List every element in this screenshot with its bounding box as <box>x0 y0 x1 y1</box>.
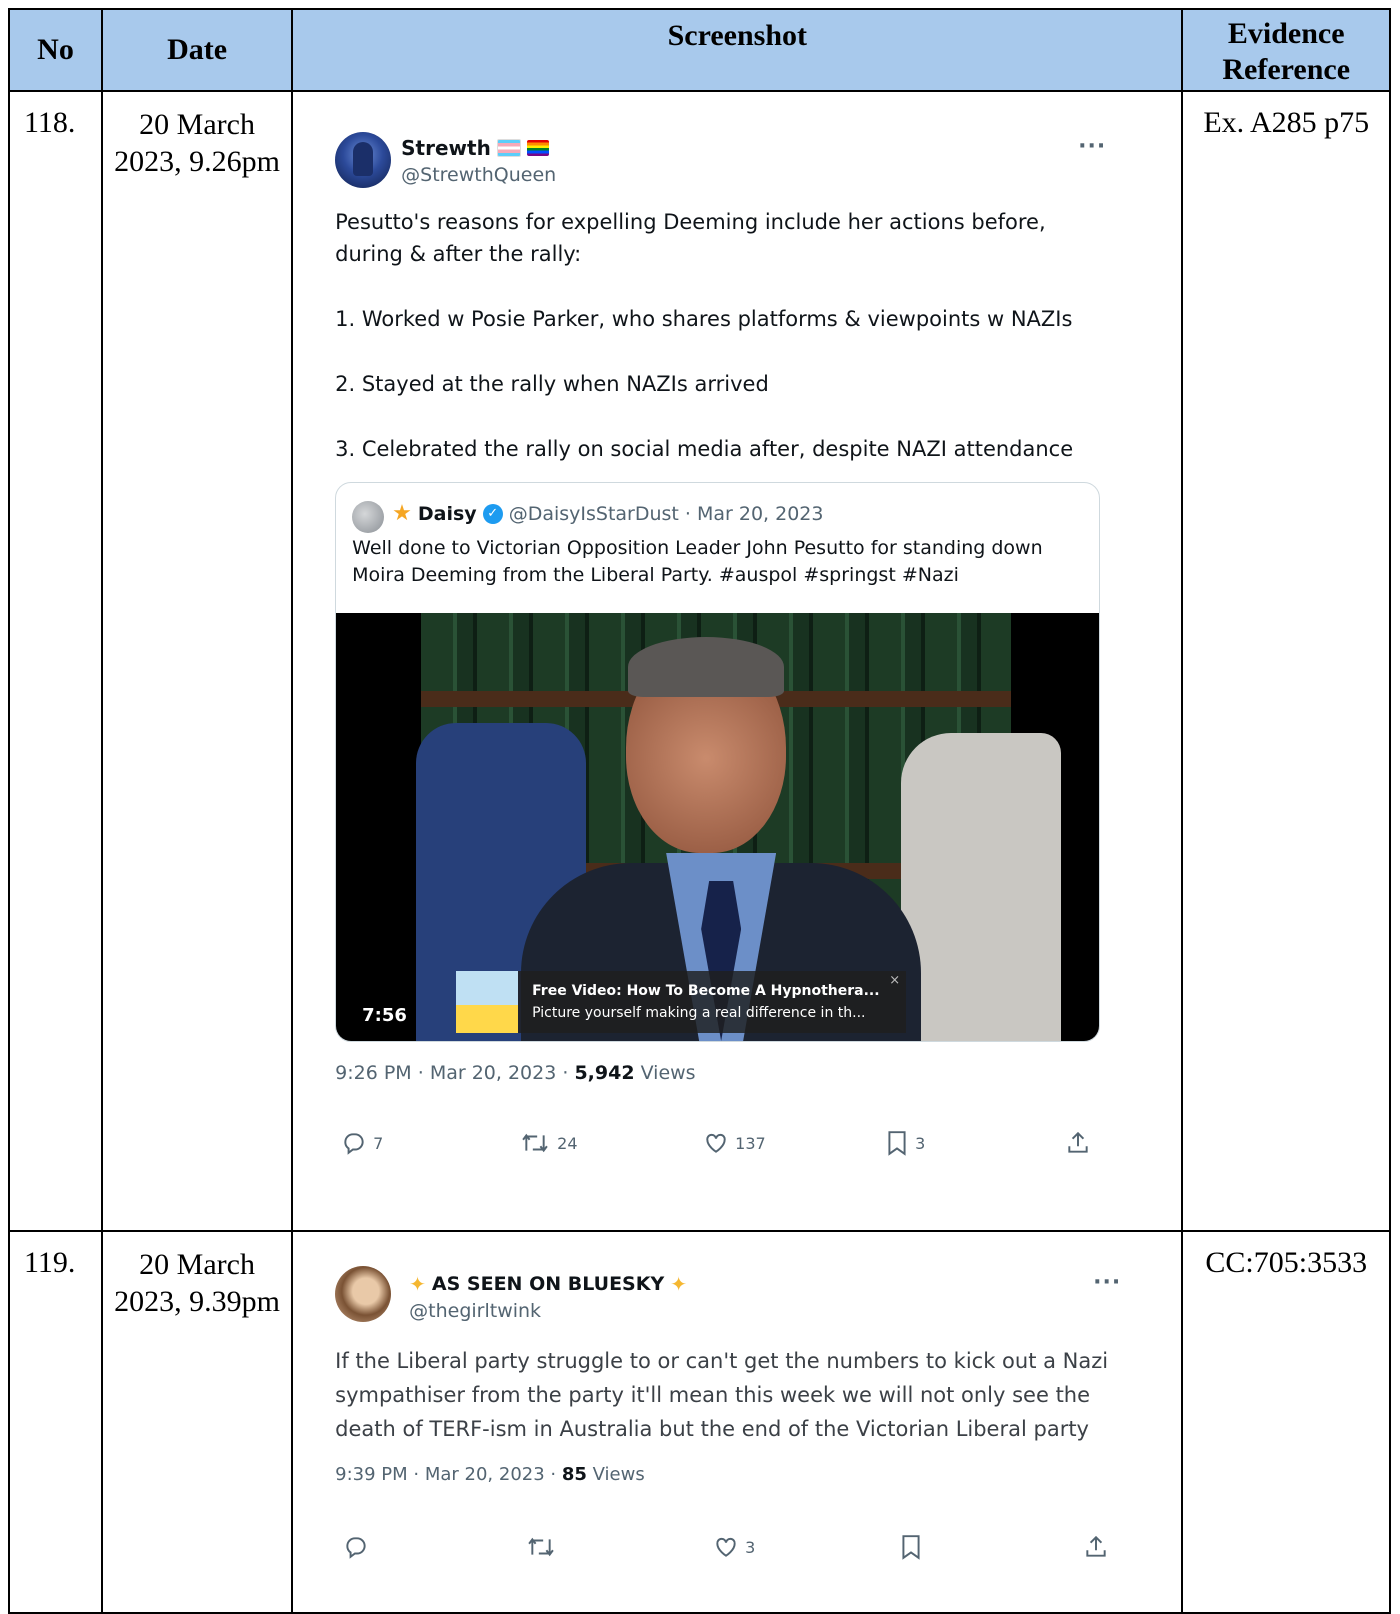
author-handle[interactable]: @thegirltwink <box>409 1300 541 1322</box>
evidence-reference: CC:705:3533 <box>1181 1230 1391 1614</box>
share-icon <box>1086 1535 1106 1557</box>
like-count: 137 <box>735 1133 766 1153</box>
heart-icon <box>706 1133 726 1153</box>
like-button[interactable]: 3 <box>713 1534 755 1560</box>
tweet-author: Strewth <box>401 136 549 160</box>
video-ad-overlay[interactable]: Free Video: How To Become A Hypnothera..… <box>456 971 907 1033</box>
sparkle-icon: ✦ <box>670 1272 687 1296</box>
reply-count: 7 <box>373 1133 384 1153</box>
quote-author-name: Daisy <box>417 502 477 525</box>
bookmark-button[interactable]: 3 <box>885 1130 925 1156</box>
header-evidence-reference: Evidence Reference <box>1181 8 1391 92</box>
share-button[interactable] <box>1065 1130 1091 1156</box>
bookmark-icon <box>902 1535 920 1560</box>
reply-button[interactable]: 7 <box>341 1130 383 1156</box>
bookmark-count: 3 <box>915 1133 926 1153</box>
view-count: 85 <box>561 1464 587 1485</box>
verified-badge-icon: ✓ <box>482 503 503 524</box>
close-icon[interactable]: × <box>889 973 900 988</box>
author-name[interactable]: AS SEEN ON BLUESKY <box>432 1273 664 1295</box>
bookmark-icon <box>888 1131 906 1156</box>
quote-meta: @DaisyIsStarDust · Mar 20, 2023 <box>508 502 824 525</box>
quote-header: ★ Daisy ✓ @DaisyIsStarDust · Mar 20, 202… <box>392 501 823 526</box>
header-screenshot: Screenshot <box>291 8 1184 92</box>
repost-button[interactable]: 24 <box>519 1130 578 1156</box>
tweet-paragraph: Pesutto's reasons for expelling Deeming … <box>335 210 1046 266</box>
view-count: 5,942 <box>574 1062 635 1084</box>
more-options-icon[interactable]: ··· <box>1078 134 1106 159</box>
like-count: 3 <box>745 1537 756 1557</box>
row-date: 20 March 2023, 9.26pm <box>101 90 294 1232</box>
quoted-tweet[interactable]: ★ Daisy ✓ @DaisyIsStarDust · Mar 20, 202… <box>335 482 1101 1042</box>
screenshot-cell: ✦ AS SEEN ON BLUESKY ✦ @thegirltwink ···… <box>291 1230 1184 1614</box>
rainbow-flag-icon <box>526 140 549 156</box>
author-handle[interactable]: @StrewthQueen <box>401 164 556 186</box>
ad-title: Free Video: How To Become A Hypnothera..… <box>532 983 880 999</box>
video-duration: 7:56 <box>362 1005 407 1026</box>
tweet-screenshot: ✦ AS SEEN ON BLUESKY ✦ @thegirltwink ···… <box>293 1232 1181 1612</box>
trans-flag-icon <box>496 139 521 157</box>
tweet-timestamp: 9:39 PM · Mar 20, 2023 · 85 Views <box>335 1464 645 1485</box>
reply-icon <box>344 1133 364 1155</box>
video-player[interactable]: 7:56 Free Video: How To Become A Hypnoth… <box>336 613 1100 1041</box>
tweet-paragraph: 1. Worked w Posie Parker, who shares pla… <box>335 307 1073 331</box>
tweet-paragraph: 2. Stayed at the rally when NAZIs arrive… <box>335 372 769 396</box>
header-no: No <box>7 8 104 92</box>
ad-thumbnail <box>456 971 519 1033</box>
reply-icon <box>346 1537 366 1559</box>
quote-avatar <box>352 501 385 533</box>
header-date: Date <box>101 8 294 92</box>
table-row: 119. 20 March 2023, 9.39pm ✦ AS SEEN ON … <box>7 1230 1391 1614</box>
more-options-icon[interactable]: ··· <box>1093 1270 1121 1295</box>
screenshot-cell: Strewth @StrewthQueen ··· Pesutto's reas… <box>291 90 1184 1232</box>
reply-button[interactable] <box>343 1534 369 1560</box>
ad-subtitle: Picture yourself making a real differenc… <box>532 1005 866 1021</box>
row-date: 20 March 2023, 9.39pm <box>101 1230 294 1614</box>
row-number: 119. <box>7 1230 104 1614</box>
heart-icon <box>716 1537 736 1557</box>
tweet-paragraph: 3. Celebrated the rally on social media … <box>335 437 1074 461</box>
bookmark-button[interactable] <box>899 1534 923 1560</box>
quote-text: Well done to Victorian Opposition Leader… <box>352 537 1043 586</box>
author-name[interactable]: Strewth <box>401 136 491 160</box>
share-icon <box>1068 1131 1088 1153</box>
evidence-reference: Ex. A285 p75 <box>1181 90 1391 1232</box>
share-button[interactable] <box>1083 1534 1109 1560</box>
tweet-screenshot: Strewth @StrewthQueen ··· Pesutto's reas… <box>293 92 1181 1230</box>
repost-button[interactable] <box>525 1534 557 1560</box>
avatar[interactable] <box>335 1266 392 1322</box>
tweet-author: ✦ AS SEEN ON BLUESKY ✦ <box>409 1272 687 1296</box>
repost-count: 24 <box>557 1133 578 1153</box>
avatar[interactable] <box>335 132 392 188</box>
repost-icon <box>528 1537 554 1557</box>
sparkle-icon: ✦ <box>409 1272 426 1296</box>
table-row: 118. 20 March 2023, 9.26pm Strewth @Stre… <box>7 90 1391 1232</box>
evidence-table: No Date Screenshot Evidence Reference 11… <box>7 8 1391 1614</box>
tweet-text: If the Liberal party struggle to or can'… <box>335 1349 1109 1441</box>
repost-icon <box>522 1133 548 1153</box>
tweet-timestamp: 9:26 PM · Mar 20, 2023 · 5,942 Views <box>335 1062 696 1084</box>
like-button[interactable]: 137 <box>703 1130 766 1156</box>
header-row: No Date Screenshot Evidence Reference <box>7 8 1391 92</box>
row-number: 118. <box>7 90 104 1232</box>
star-icon: ★ <box>392 501 412 526</box>
